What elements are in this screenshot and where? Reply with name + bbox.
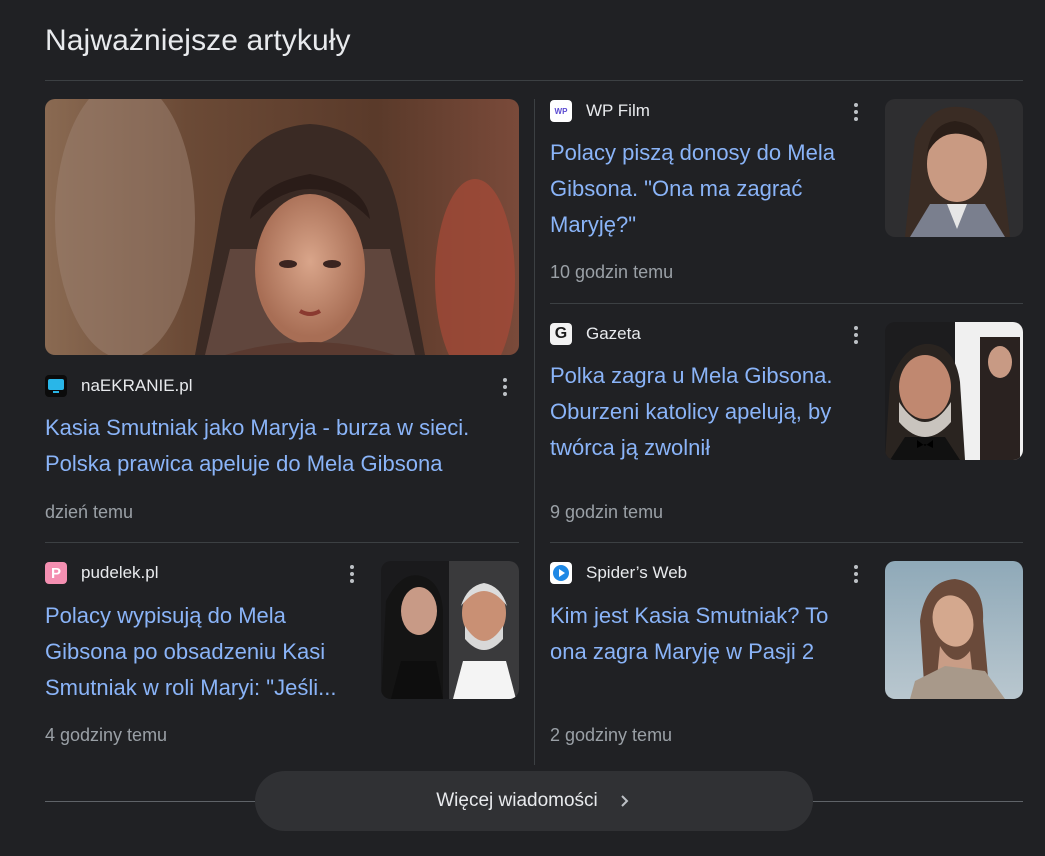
more-news-line-left	[45, 801, 255, 802]
source-name: Gazeta	[586, 324, 641, 343]
more-options-icon[interactable]	[846, 323, 866, 347]
article-headline[interactable]: Kim jest Kasia Smutniak? To ona zagra Ma…	[550, 598, 868, 670]
source-name: naEKRANIE.pl	[81, 376, 193, 395]
article-source: P pudelek.pl	[45, 561, 159, 585]
more-news-line-right	[813, 801, 1023, 802]
article-headline[interactable]: Polacy wypisują do Mela Gibsona po obsad…	[45, 598, 363, 706]
card-divider	[45, 542, 519, 543]
gazeta-favicon-icon: G	[550, 323, 572, 345]
article-thumbnail-featured[interactable]	[45, 99, 519, 355]
more-news-button[interactable]: Więcej wiadomości	[255, 771, 813, 831]
more-options-icon[interactable]	[342, 562, 362, 586]
chevron-right-icon	[618, 794, 632, 808]
article-source: naEKRANIE.pl	[45, 374, 193, 398]
thumbnail-image	[381, 561, 519, 699]
article-timestamp: dzień temu	[45, 502, 134, 522]
card-divider	[550, 303, 1023, 304]
article-source: G Gazeta	[550, 322, 641, 346]
article-source: Spider’s Web	[550, 561, 687, 585]
article-timestamp: 4 godziny temu	[45, 725, 168, 745]
article-headline[interactable]: Kasia Smutniak jako Maryja - burza w sie…	[45, 410, 519, 482]
pudelek-favicon-icon: P	[45, 562, 67, 584]
column-divider	[534, 99, 535, 765]
article-source: WP WP Film	[550, 99, 650, 123]
section-divider	[45, 80, 1023, 81]
spidersweb-favicon-icon	[550, 562, 572, 584]
more-news-label: Więcej wiadomości	[436, 790, 598, 811]
article-thumbnail[interactable]	[381, 561, 519, 699]
favicon-letter: WP	[554, 106, 568, 116]
source-name: WP Film	[586, 101, 650, 120]
article-thumbnail[interactable]	[885, 99, 1023, 237]
more-options-icon[interactable]	[846, 100, 866, 124]
card-divider	[550, 542, 1023, 543]
wpfilm-favicon-icon: WP	[550, 100, 572, 122]
naekranie-favicon-icon	[45, 375, 67, 397]
more-news-container: Więcej wiadomości	[45, 771, 1023, 831]
featured-image	[45, 99, 519, 355]
source-name: Spider’s Web	[586, 563, 688, 582]
thumbnail-image	[885, 322, 1023, 460]
article-thumbnail[interactable]	[885, 561, 1023, 699]
favicon-letter: G	[554, 325, 568, 342]
more-options-icon[interactable]	[846, 562, 866, 586]
thumbnail-image	[885, 99, 1023, 237]
more-options-icon[interactable]	[495, 375, 515, 399]
section-title: Najważniejsze artykuły	[45, 24, 351, 57]
article-headline[interactable]: Polacy piszą donosy do Mela Gibsona. "On…	[550, 135, 868, 243]
article-timestamp: 9 godzin temu	[550, 502, 664, 522]
article-thumbnail[interactable]	[885, 322, 1023, 460]
article-timestamp: 2 godziny temu	[550, 725, 673, 745]
favicon-letter: P	[50, 564, 61, 582]
source-name: pudelek.pl	[81, 563, 159, 582]
thumbnail-image	[885, 561, 1023, 699]
article-headline[interactable]: Polka zagra u Mela Gibsona. Oburzeni kat…	[550, 358, 868, 466]
article-timestamp: 10 godzin temu	[550, 262, 674, 282]
